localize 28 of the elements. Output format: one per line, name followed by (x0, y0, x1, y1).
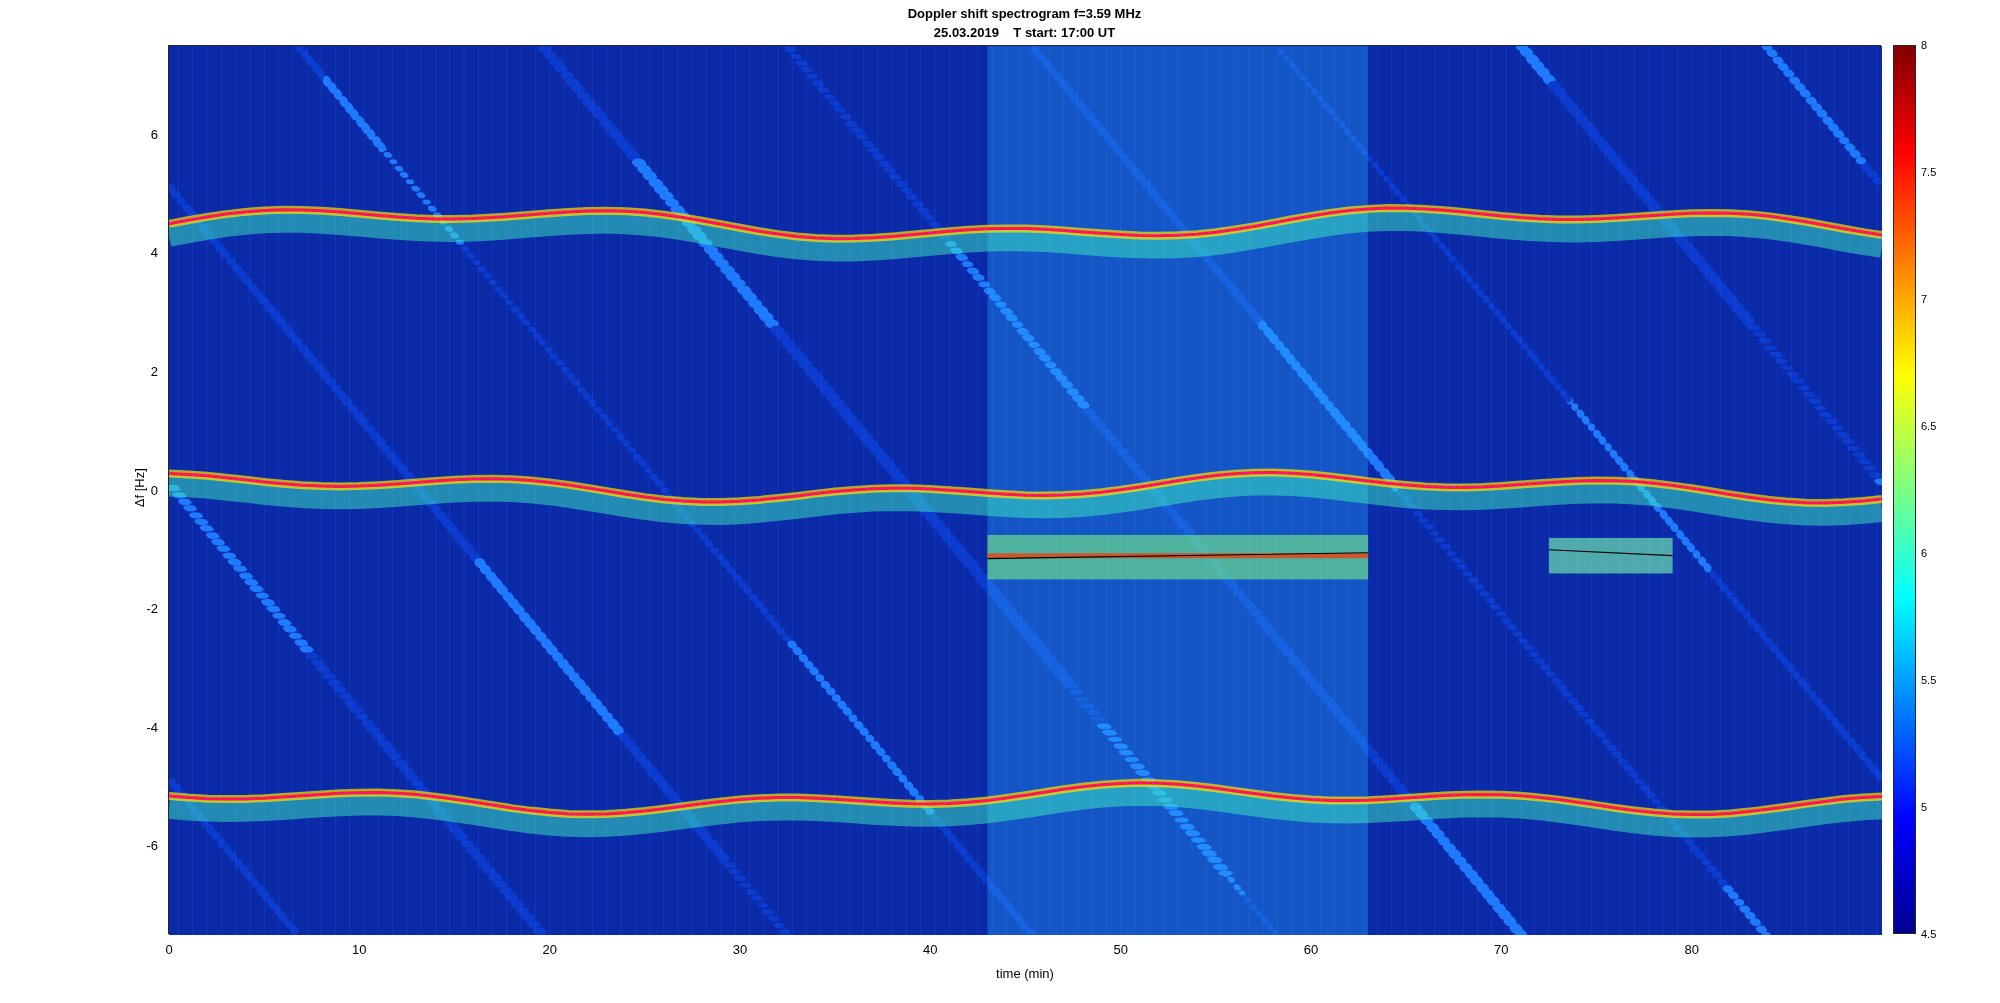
x-tick-label: 40 (923, 942, 938, 958)
colorbar-tick-label: 5 (1921, 800, 1928, 814)
x-tick-label: 0 (165, 942, 173, 958)
x-tick-label: 30 (732, 942, 748, 958)
y-tick-label: 0 (150, 482, 158, 499)
x-tick-label: 50 (1113, 942, 1128, 958)
y-tick-label: 2 (150, 363, 158, 380)
x-tick-label: 80 (1684, 942, 1699, 958)
colorbar-tick-label: 7.5 (1921, 165, 1937, 179)
x-tick-label: 10 (352, 942, 367, 958)
chart-title: Doppler shift spectrogram f=3.59 MHz (907, 5, 1142, 23)
x-tick-label: 20 (542, 942, 557, 958)
y-tick-label: 4 (150, 245, 158, 262)
y-tick-label: -4 (146, 719, 158, 736)
colorbar-tick-label: 7 (1921, 292, 1928, 306)
colorbar-tick-label: 8 (1921, 38, 1928, 52)
colorbar-tick-label: 6.5 (1921, 419, 1937, 433)
colorbar-tick-label: 4.5 (1921, 927, 1937, 941)
x-tick-label: 70 (1494, 942, 1509, 958)
x-tick-label: 60 (1303, 942, 1319, 958)
colorbar-tick-label: 5.5 (1921, 673, 1937, 687)
y-tick-label: -2 (146, 601, 158, 618)
x-axis-label: time (min) (996, 965, 1054, 983)
y-tick-label: -6 (146, 838, 158, 855)
y-tick-label: 6 (150, 126, 158, 143)
colorbar-tick-label: 6 (1921, 546, 1928, 560)
chart-subtitle: 25.03.2019 T start: 17:00 UT (933, 24, 1116, 42)
y-axis-label: Δf [Hz] (130, 468, 148, 508)
